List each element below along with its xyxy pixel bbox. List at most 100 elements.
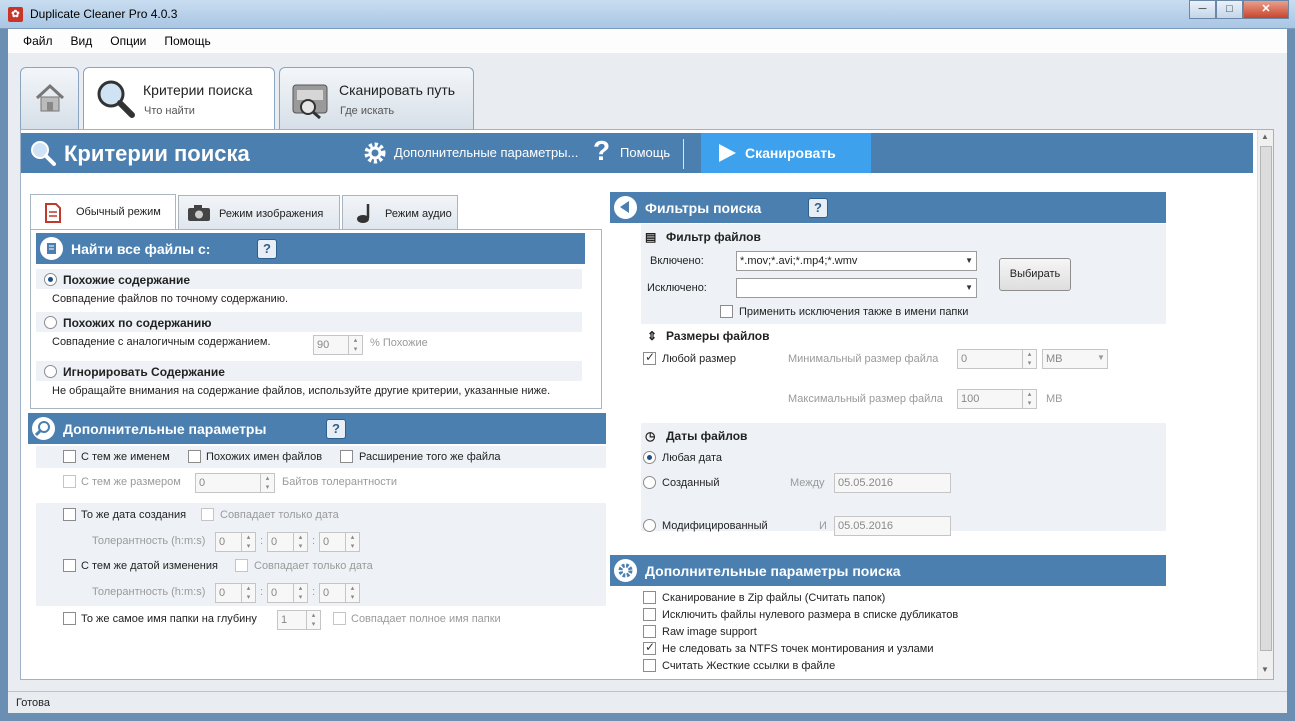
- time-colon: :: [260, 535, 264, 547]
- help-button[interactable]: Помощь: [620, 145, 670, 160]
- max-size-unit: MB: [1046, 393, 1063, 405]
- ntfs-label: Не следовать за NTFS точек монтирования …: [662, 643, 934, 655]
- zip-scan-checkbox[interactable]: [643, 591, 656, 604]
- modified-date-only-checkbox[interactable]: [235, 559, 248, 572]
- created-minutes-spinner[interactable]: 0: [267, 532, 308, 552]
- same-folder-label: То же самое имя папки на глубину: [81, 613, 257, 625]
- similar-names-checkbox[interactable]: [188, 450, 201, 463]
- size-tolerance-spinner[interactable]: 0: [195, 473, 275, 493]
- modified-radio[interactable]: [643, 519, 656, 532]
- extra-params-help-icon[interactable]: ?: [326, 419, 346, 439]
- magnifier-icon: [31, 141, 56, 166]
- tab-search-criteria[interactable]: Критерии поиска Что найти: [83, 67, 275, 130]
- play-icon: [719, 144, 736, 162]
- apply-exclusions-checkbox[interactable]: [720, 305, 733, 318]
- close-button[interactable]: ✕: [1243, 0, 1289, 19]
- created-date-only-checkbox[interactable]: [201, 508, 214, 521]
- between-label: Между: [790, 477, 825, 489]
- similar-content-radio[interactable]: [44, 316, 57, 329]
- same-modified-checkbox[interactable]: [63, 559, 76, 572]
- raw-image-label: Raw image support: [662, 626, 757, 638]
- scan-button-label: Сканировать: [745, 145, 836, 161]
- sizes-icon: ⇕: [647, 329, 658, 343]
- min-size-label: Минимальный размер файла: [788, 353, 939, 365]
- chevron-down-icon: ▼: [1097, 353, 1105, 362]
- find-all-help-icon[interactable]: ?: [257, 239, 277, 259]
- created-label: Созданный: [662, 477, 720, 489]
- tab-search-criteria-subtitle: Что найти: [144, 105, 195, 117]
- raw-image-checkbox[interactable]: [643, 625, 656, 638]
- same-modified-label: С тем же датой изменения: [81, 560, 218, 572]
- tab-normal-mode[interactable]: Обычный режим: [30, 194, 176, 230]
- content-panel: Критерии поиска Дополнительные параметры…: [20, 129, 1274, 680]
- max-size-spinner[interactable]: 100: [957, 389, 1037, 409]
- modified-seconds-spinner[interactable]: 0: [319, 583, 360, 603]
- same-folder-checkbox[interactable]: [63, 612, 76, 625]
- same-content-radio[interactable]: [44, 273, 57, 286]
- same-size-label: С тем же размером: [81, 476, 181, 488]
- menu-bar: Файл Вид Опции Помощь: [8, 29, 1287, 53]
- modified-date-picker[interactable]: 05.05.2016: [834, 516, 951, 536]
- maximize-button[interactable]: □: [1216, 0, 1243, 19]
- gear-icon: [612, 557, 639, 584]
- modified-date-only-label: Совпадает только дата: [254, 560, 373, 572]
- menu-help[interactable]: Помощь: [155, 34, 219, 48]
- exclude-zero-checkbox[interactable]: [643, 608, 656, 621]
- menu-view[interactable]: Вид: [62, 34, 102, 48]
- same-content-label: Похожие содержание: [63, 273, 191, 287]
- and-label: И: [819, 520, 827, 532]
- menu-file[interactable]: Файл: [14, 34, 62, 48]
- created-seconds-spinner[interactable]: 0: [319, 532, 360, 552]
- tab-home[interactable]: [20, 67, 79, 129]
- zoom-icon: [30, 415, 57, 442]
- scan-button[interactable]: Сканировать: [701, 133, 871, 173]
- included-combo[interactable]: *.mov;*.avi;*.mp4;*.wmv: [736, 251, 977, 271]
- same-content-desc: Совпадение файлов по точному содержанию.: [52, 293, 289, 305]
- exclude-zero-label: Исключить файлы нулевого размера в списк…: [662, 609, 959, 621]
- time-colon: :: [312, 535, 316, 547]
- size-tolerance-unit: Байтов толерантности: [282, 476, 397, 488]
- ntfs-checkbox[interactable]: [643, 640, 656, 655]
- any-size-checkbox[interactable]: [643, 350, 656, 365]
- same-name-checkbox[interactable]: [63, 450, 76, 463]
- status-text: Готова: [16, 697, 50, 709]
- tab-scan-path[interactable]: Сканировать путь Где искать: [279, 67, 474, 129]
- min-size-spinner[interactable]: 0: [957, 349, 1037, 369]
- file-filter-title: Фильтр файлов: [666, 230, 761, 244]
- same-created-checkbox[interactable]: [63, 508, 76, 521]
- menu-options[interactable]: Опции: [101, 34, 155, 48]
- excluded-combo[interactable]: [736, 278, 977, 298]
- ignore-content-radio[interactable]: [44, 365, 57, 378]
- scroll-down-icon[interactable]: ▼: [1261, 665, 1269, 674]
- ignore-content-desc: Не обращайте внимания на содержание файл…: [52, 385, 551, 397]
- tab-image-mode[interactable]: Режим изображения: [178, 195, 340, 230]
- hardlinks-label: Считать Жесткие ссылки в файле: [662, 660, 836, 672]
- filters-help-icon[interactable]: ?: [808, 198, 828, 218]
- modified-minutes-spinner[interactable]: 0: [267, 583, 308, 603]
- full-folder-checkbox[interactable]: [333, 612, 346, 625]
- same-ext-checkbox[interactable]: [340, 450, 353, 463]
- scrollbar-thumb[interactable]: [1260, 146, 1272, 651]
- adv-header: Дополнительные параметры поиска: [610, 555, 1166, 586]
- created-date-picker[interactable]: 05.05.2016: [834, 473, 951, 493]
- included-label: Включено:: [650, 255, 704, 267]
- minimize-button[interactable]: ─: [1189, 0, 1216, 19]
- folder-depth-spinner[interactable]: 1: [277, 610, 321, 630]
- page-title: Критерии поиска: [64, 141, 250, 166]
- music-note-icon: [357, 204, 370, 223]
- same-created-label: То же дата создания: [81, 509, 187, 521]
- hardlinks-checkbox[interactable]: [643, 659, 656, 672]
- advanced-params-button[interactable]: Дополнительные параметры...: [394, 145, 578, 160]
- tab-audio-mode[interactable]: Режим аудио: [342, 195, 458, 230]
- created-radio[interactable]: [643, 476, 656, 489]
- modified-hours-spinner[interactable]: 0: [215, 583, 256, 603]
- created-hours-spinner[interactable]: 0: [215, 532, 256, 552]
- any-date-radio[interactable]: [643, 451, 656, 464]
- same-size-checkbox[interactable]: [63, 475, 76, 488]
- choose-button[interactable]: Выбирать: [999, 258, 1071, 291]
- ignore-content-label: Игнорировать Содержание: [63, 365, 225, 379]
- extra-params-header: Дополнительные параметры ?: [28, 413, 606, 444]
- vertical-scrollbar[interactable]: ▲ ▼: [1257, 130, 1273, 679]
- scroll-up-icon[interactable]: ▲: [1261, 132, 1269, 141]
- similarity-spinner[interactable]: 90: [313, 335, 363, 355]
